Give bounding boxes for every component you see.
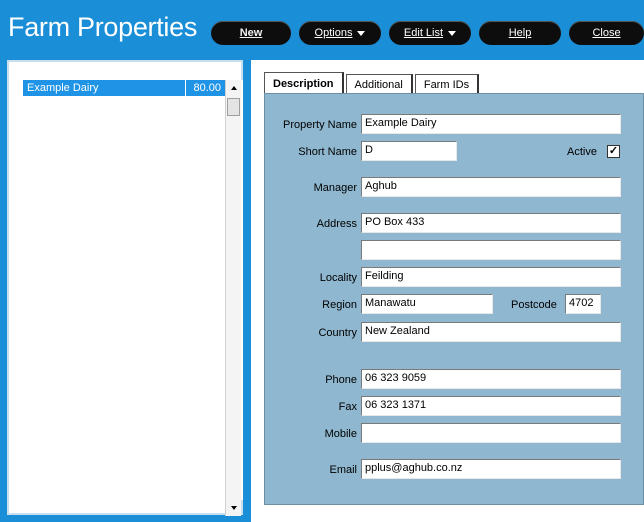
manager-label: Manager <box>313 182 357 194</box>
header-bar: Farm Properties New Options Edit List He… <box>0 0 644 58</box>
list-item-value: 80.00 <box>185 80 225 96</box>
address-line2-field[interactable] <box>361 240 621 260</box>
active-checkbox[interactable]: ✓ <box>607 145 620 158</box>
scroll-up-button[interactable] <box>226 80 241 96</box>
active-label: Active <box>567 146 597 158</box>
tab-description[interactable]: Description <box>264 72 344 94</box>
property-list-panel: Example Dairy 80.00 <box>7 60 243 516</box>
property-name-field[interactable]: Example Dairy <box>361 114 621 134</box>
locality-label: Locality <box>319 272 357 284</box>
postcode-label: Postcode <box>511 299 557 311</box>
locality-field[interactable]: Feilding <box>361 267 621 287</box>
options-button[interactable]: Options <box>299 21 381 45</box>
region-field[interactable]: Manawatu <box>361 294 493 314</box>
postcode-field[interactable]: 4702 <box>565 294 601 314</box>
short-name-label: Short Name <box>298 146 357 158</box>
app-title: Farm Properties <box>8 12 198 42</box>
mobile-label: Mobile <box>324 428 357 440</box>
phone-label: Phone <box>325 374 357 386</box>
help-button-label: Help <box>508 27 532 39</box>
help-button[interactable]: Help <box>479 21 561 45</box>
property-list[interactable]: Example Dairy 80.00 <box>23 80 243 516</box>
scroll-down-button[interactable] <box>226 500 241 516</box>
close-button[interactable]: Close <box>569 21 644 45</box>
tab-farm-ids[interactable]: Farm IDs <box>414 74 480 94</box>
options-button-label: Options <box>314 27 353 39</box>
chevron-down-icon <box>448 30 457 36</box>
arrow-down-icon <box>230 506 237 510</box>
manager-field[interactable]: Aghub <box>361 177 621 197</box>
list-item[interactable]: Example Dairy 80.00 <box>23 80 225 96</box>
chevron-down-icon <box>357 30 366 36</box>
country-field[interactable]: New Zealand <box>361 322 621 342</box>
email-label: Email <box>329 464 357 476</box>
edit-list-button[interactable]: Edit List <box>389 21 471 45</box>
detail-panel: Description Additional Farm IDs Property… <box>251 60 644 522</box>
new-button-label: New <box>239 27 263 39</box>
arrow-up-icon <box>230 86 237 90</box>
tab-strip: Description Additional Farm IDs <box>264 72 481 94</box>
address-line1-field[interactable]: PO Box 433 <box>361 213 621 233</box>
list-item-name: Example Dairy <box>27 82 99 94</box>
email-field[interactable]: pplus@aghub.co.nz <box>361 459 621 479</box>
property-name-label: Property Name <box>283 119 357 131</box>
fax-label: Fax <box>338 401 357 413</box>
scroll-thumb[interactable] <box>227 98 240 116</box>
edit-list-button-label: Edit List <box>403 27 444 39</box>
phone-field[interactable]: 06 323 9059 <box>361 369 621 389</box>
new-button[interactable]: New <box>211 21 291 45</box>
description-form: Property Name Example Dairy Short Name D… <box>264 93 644 505</box>
country-label: Country <box>318 327 357 339</box>
list-scrollbar[interactable] <box>225 80 241 516</box>
mobile-field[interactable] <box>361 423 621 443</box>
region-label: Region <box>322 299 357 311</box>
fax-field[interactable]: 06 323 1371 <box>361 396 621 416</box>
address-label: Address <box>316 218 357 230</box>
tab-additional[interactable]: Additional <box>345 74 413 94</box>
close-button-label: Close <box>592 27 621 39</box>
short-name-field[interactable]: D <box>361 141 457 161</box>
